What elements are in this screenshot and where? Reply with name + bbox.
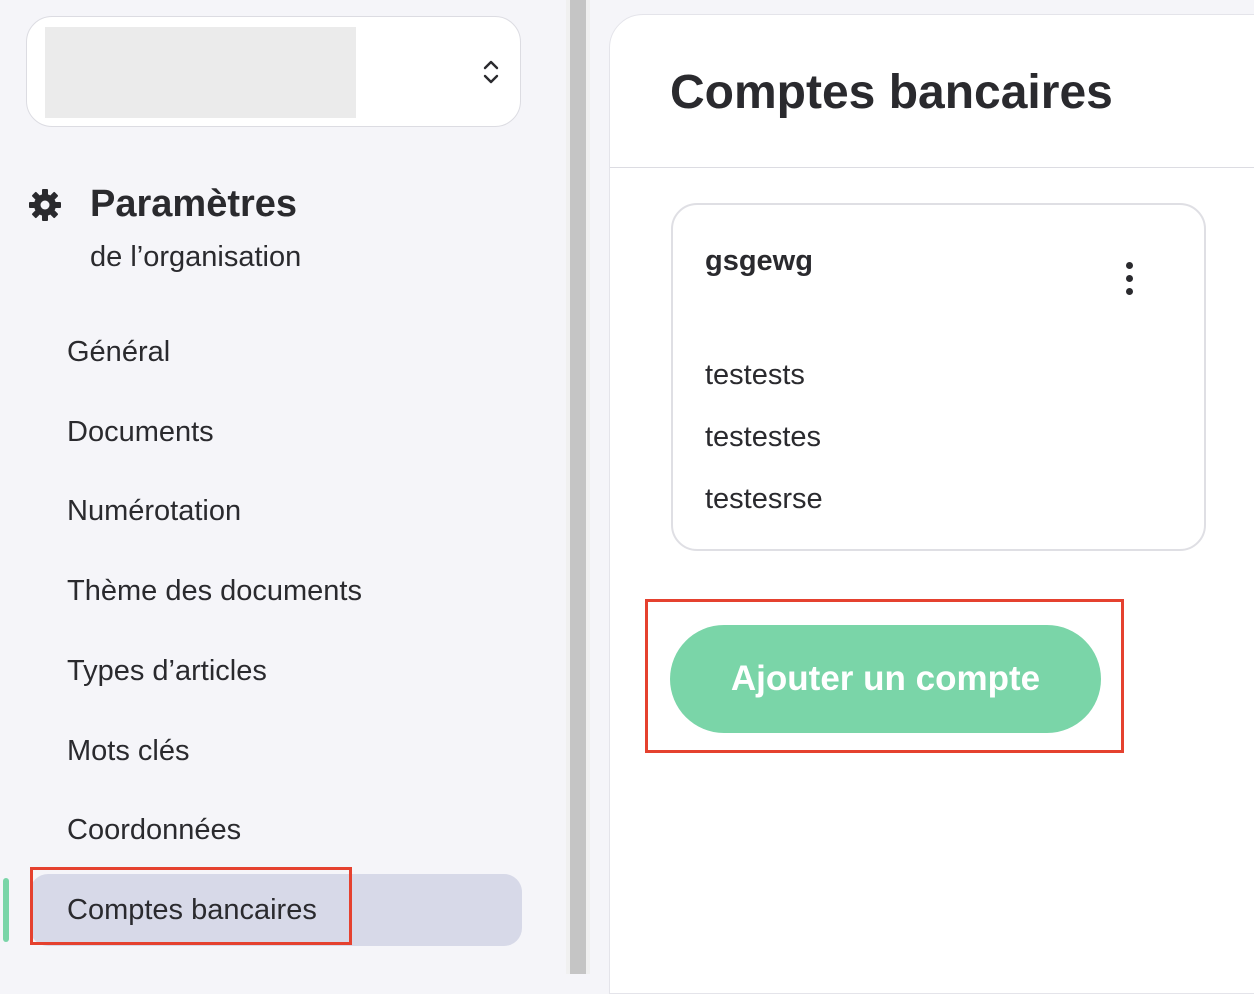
- page-title: Comptes bancaires: [670, 66, 1113, 119]
- account-name: gsgewg: [705, 245, 813, 277]
- account-detail-line: testestes: [705, 421, 822, 453]
- settings-subtitle: de l’organisation: [90, 241, 302, 273]
- account-detail-line: testesrse: [705, 483, 823, 515]
- sidebar-item-keywords[interactable]: Mots clés: [30, 715, 522, 787]
- sidebar-item-article-types[interactable]: Types d’articles: [30, 635, 522, 707]
- bank-account-card: gsgewg testests testestes testesrse: [671, 203, 1206, 551]
- panel-resize-handle[interactable]: [570, 0, 586, 974]
- header-separator: [610, 167, 1254, 168]
- organization-selector[interactable]: [26, 16, 521, 127]
- active-item-indicator: [3, 878, 9, 942]
- highlight-box-button: [645, 599, 1124, 753]
- settings-title: Paramètres: [90, 183, 298, 225]
- highlight-box-nav: [30, 867, 352, 945]
- organization-logo-placeholder: [45, 27, 356, 118]
- gear-icon: [29, 189, 61, 221]
- sidebar-item-general[interactable]: Général: [30, 316, 522, 388]
- more-vertical-icon[interactable]: [1121, 259, 1137, 299]
- sidebar-item-document-theme[interactable]: Thème des documents: [30, 555, 522, 627]
- chevron-up-down-icon: [483, 60, 499, 84]
- main-panel: Comptes bancaires gsgewg testests testes…: [609, 14, 1254, 994]
- sidebar: Paramètres de l’organisation Général Doc…: [0, 0, 564, 974]
- sidebar-item-documents[interactable]: Documents: [30, 396, 522, 468]
- sidebar-item-contact-details[interactable]: Coordonnées: [30, 794, 522, 866]
- account-detail-line: testests: [705, 359, 805, 391]
- sidebar-item-numbering[interactable]: Numérotation: [30, 475, 522, 547]
